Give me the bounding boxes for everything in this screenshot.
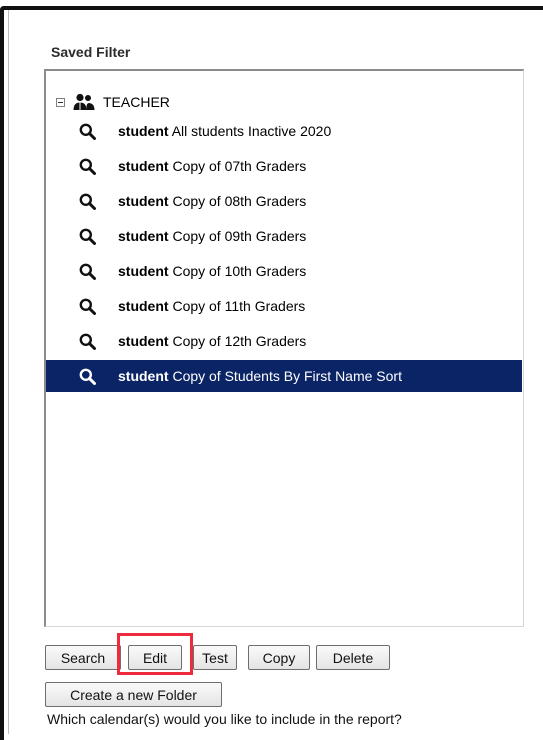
panel-divider	[8, 10, 9, 734]
create-folder-button[interactable]: Create a new Folder	[45, 682, 222, 707]
item-type-label: student	[118, 298, 169, 314]
test-button[interactable]: Test	[193, 645, 237, 670]
item-name-label: Copy of Students By First Name Sort	[172, 368, 402, 384]
tree-item-label: student Copy of 08th Graders	[118, 193, 306, 209]
item-type-label: student	[118, 263, 169, 279]
edit-highlight-box	[117, 633, 193, 675]
tree-item[interactable]: student Copy of 09th Graders	[46, 220, 522, 252]
tree-item[interactable]: student Copy of 12th Graders	[46, 325, 522, 357]
magnifier-icon	[79, 263, 96, 280]
item-name-label: Copy of 08th Graders	[172, 193, 307, 209]
magnifier-icon	[79, 193, 96, 210]
saved-filter-title: Saved Filter	[51, 44, 131, 60]
tree-item-label: student Copy of 12th Graders	[118, 333, 306, 349]
delete-button[interactable]: Delete	[316, 645, 390, 670]
item-name-label: Copy of 07th Graders	[172, 158, 307, 174]
tree-item[interactable]: student Copy of 08th Graders	[46, 185, 522, 217]
item-name-label: Copy of 12th Graders	[172, 333, 307, 349]
item-name-label: Copy of 10th Graders	[172, 263, 307, 279]
tree-root-label: TEACHER	[103, 94, 170, 110]
tree-item[interactable]: student All students Inactive 2020	[46, 115, 522, 147]
tree-item-label: student Copy of 07th Graders	[118, 158, 306, 174]
magnifier-icon	[79, 123, 96, 140]
item-type-label: student	[118, 368, 169, 384]
users-group-icon	[73, 93, 95, 110]
tree-item[interactable]: student Copy of 07th Graders	[46, 150, 522, 182]
collapse-minus-icon[interactable]	[56, 97, 65, 107]
tree-item-label: student Copy of 10th Graders	[118, 263, 306, 279]
item-type-label: student	[118, 123, 169, 139]
item-type-label: student	[118, 158, 169, 174]
item-type-label: student	[118, 333, 169, 349]
tree-item[interactable]: student Copy of 10th Graders	[46, 255, 522, 287]
copy-button[interactable]: Copy	[248, 645, 310, 670]
tree-item-label: student Copy of Students By First Name S…	[118, 368, 402, 384]
tree-item[interactable]: student Copy of Students By First Name S…	[46, 360, 522, 392]
item-name-label: All students Inactive 2020	[171, 123, 332, 139]
tree-item-label: student Copy of 09th Graders	[118, 228, 306, 244]
magnifier-icon	[79, 298, 96, 315]
magnifier-icon	[79, 158, 96, 175]
search-button[interactable]: Search	[45, 645, 121, 670]
tree-item-label: student Copy of 11th Graders	[118, 298, 305, 314]
item-name-label: Copy of 11th Graders	[172, 298, 306, 314]
item-type-label: student	[118, 193, 169, 209]
tree-root-teacher[interactable]: TEACHER	[56, 92, 170, 112]
calendar-question: Which calendar(s) would you like to incl…	[47, 711, 402, 727]
tree-item[interactable]: student Copy of 11th Graders	[46, 290, 522, 322]
magnifier-icon	[79, 368, 96, 385]
tree-item-label: student All students Inactive 2020	[118, 123, 331, 139]
magnifier-icon	[79, 333, 96, 350]
item-name-label: Copy of 09th Graders	[172, 228, 307, 244]
magnifier-icon	[79, 228, 96, 245]
item-type-label: student	[118, 228, 169, 244]
